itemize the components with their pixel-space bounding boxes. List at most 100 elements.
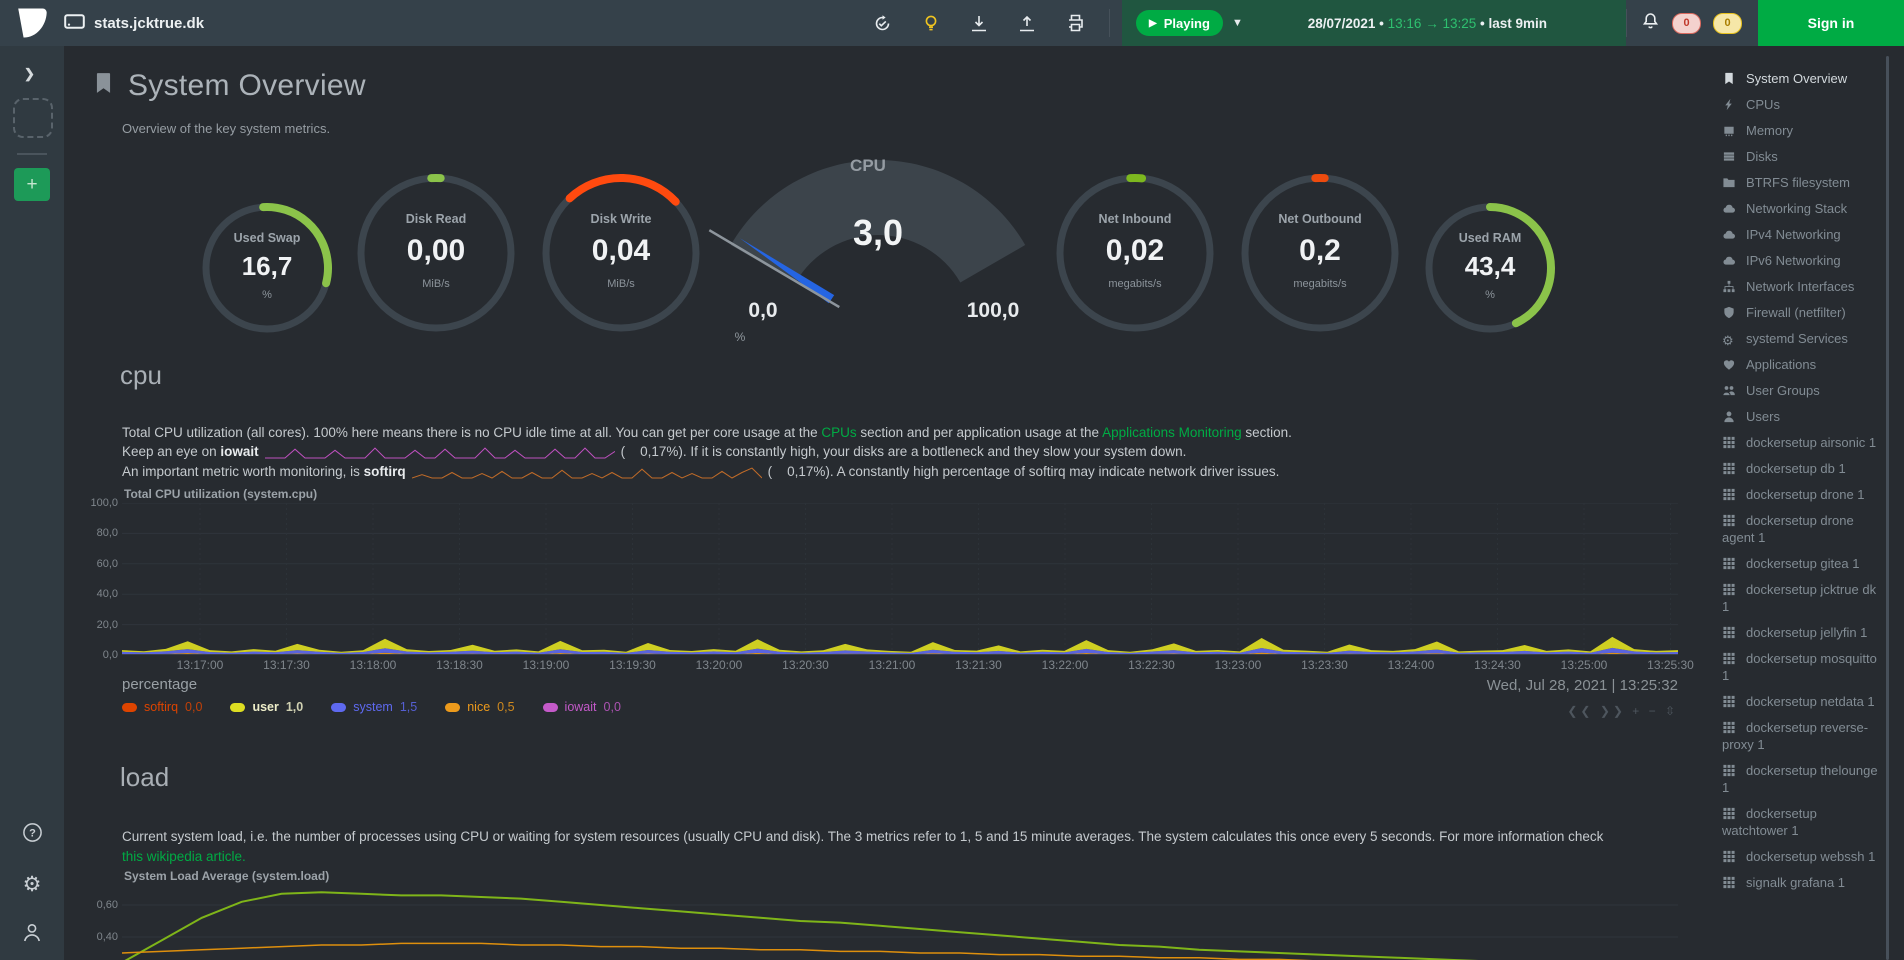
gauge-net-inbound[interactable]: Net Inbound0,02megabits/s — [1056, 174, 1214, 332]
iowait-bold: iowait — [220, 444, 258, 459]
nav-item-network-interfaces[interactable]: Network Interfaces — [1722, 278, 1880, 295]
nav-item-signalk-grafana-1[interactable]: signalk grafana 1 — [1722, 874, 1880, 891]
nav-item-disks[interactable]: Disks — [1722, 148, 1880, 165]
hostname[interactable]: stats.jcktrue.dk — [64, 14, 204, 33]
nav-item-dockersetup-db-1[interactable]: dockersetup db 1 — [1722, 460, 1880, 477]
legend-item-iowait[interactable]: iowait0,0 — [543, 700, 621, 714]
gauge-disk-read-unit: MiB/s — [357, 278, 515, 290]
gauge-cpu[interactable]: CPU3,00,0100,0% — [700, 145, 1060, 345]
legend-item-softirq[interactable]: softirq0,0 — [122, 700, 202, 714]
nav-item-dockersetup-thelounge-1[interactable]: dockersetup thelounge 1 — [1722, 762, 1880, 796]
header-separator-2 — [1626, 9, 1627, 37]
left-sidebar: ❯ + ? ⚙ — [0, 46, 64, 960]
legend-item-nice[interactable]: nice0,5 — [445, 700, 514, 714]
nav-item-dockersetup-mosquitto-1[interactable]: dockersetup mosquitto 1 — [1722, 650, 1880, 684]
applications-monitoring-link[interactable]: Applications Monitoring — [1102, 425, 1242, 440]
gauge-used-swap-val: 16,7 — [202, 251, 332, 282]
nav-item-systemd-services[interactable]: ⚙systemd Services — [1722, 330, 1880, 347]
nav-item-dockersetup-reverse-proxy-1[interactable]: dockersetup reverse-proxy 1 — [1722, 719, 1880, 753]
cpu-xtick: 13:20:30 — [774, 658, 838, 672]
load-ytick: 0,60 — [80, 899, 118, 911]
nav-item-btrfs-filesystem[interactable]: BTRFS filesystem — [1722, 174, 1880, 191]
grid-icon — [1722, 652, 1737, 665]
cpu-chart-plot[interactable] — [122, 503, 1678, 655]
legend-item-user[interactable]: user1,0 — [230, 700, 303, 714]
gauge-used-swap[interactable]: Used Swap16,7% — [202, 203, 332, 333]
chevron-down-icon[interactable]: ▼ — [1232, 17, 1243, 29]
nav-item-memory[interactable]: Memory — [1722, 122, 1880, 139]
alarm-zone: 0 0 — [1641, 11, 1742, 36]
nav-item-dockersetup-gitea-1[interactable]: dockersetup gitea 1 — [1722, 555, 1880, 572]
gauge-used-swap-unit: % — [202, 289, 332, 301]
nav-item-dockersetup-watchtower-1[interactable]: dockersetup watchtower 1 — [1722, 805, 1880, 839]
nav-item-applications[interactable]: Applications — [1722, 356, 1880, 373]
node-placeholder[interactable] — [13, 98, 53, 138]
nav-item-networking-stack[interactable]: Networking Stack — [1722, 200, 1880, 217]
add-node-button[interactable]: + — [14, 168, 50, 201]
warning-alarms-badge[interactable]: 0 — [1713, 13, 1742, 34]
profile-icon[interactable] — [22, 922, 42, 948]
gauge-net-outbound[interactable]: Net Outbound0,2megabits/s — [1241, 174, 1399, 332]
cpu-xtick: 13:17:00 — [168, 658, 232, 672]
netdata-logo[interactable] — [0, 5, 64, 41]
cpus-link[interactable]: CPUs — [821, 425, 856, 440]
help-icon[interactable]: ? — [22, 822, 43, 848]
nav-item-dockersetup-netdata-1[interactable]: dockersetup netdata 1 — [1722, 693, 1880, 710]
playing-button[interactable]: ▶ Playing — [1136, 10, 1223, 36]
expand-chevron-icon[interactable]: ❯ — [24, 66, 35, 82]
gauge-used-ram[interactable]: Used RAM43,4% — [1425, 203, 1555, 333]
gauge-disk-write[interactable]: Disk Write0,04MiB/s — [542, 174, 700, 332]
nav-item-ipv6-networking[interactable]: IPv6 Networking — [1722, 252, 1880, 269]
shield-icon — [1722, 306, 1737, 319]
grid-icon — [1722, 514, 1737, 527]
legend-swatch — [445, 703, 460, 712]
gauge-disk-read[interactable]: Disk Read0,00MiB/s — [357, 174, 515, 332]
section-heading-cpu: cpu — [120, 360, 162, 391]
nav-item-dockersetup-airsonic-1[interactable]: dockersetup airsonic 1 — [1722, 434, 1880, 451]
cpu-xtick: 13:21:30 — [947, 658, 1011, 672]
legend-item-system[interactable]: system1,5 — [331, 700, 417, 714]
download-icon[interactable] — [970, 14, 988, 33]
nav-item-ipv4-networking[interactable]: IPv4 Networking — [1722, 226, 1880, 243]
nav-item-firewall-netfilter-[interactable]: Firewall (netfilter) — [1722, 304, 1880, 321]
load-ytick: 0,40 — [80, 931, 118, 943]
print-icon[interactable] — [1066, 14, 1085, 32]
sign-in-button[interactable]: Sign in — [1758, 0, 1904, 46]
cpu-xtick: 13:25:00 — [1552, 658, 1616, 672]
bell-icon[interactable] — [1641, 11, 1660, 36]
nav-item-dockersetup-drone-agent-1[interactable]: dockersetup drone agent 1 — [1722, 512, 1880, 546]
cpu-ytick: 60,0 — [80, 558, 118, 570]
cpu-chart-context: percentage — [122, 676, 197, 693]
doc-nav: System Overview CPUs Memory Disks BTRFS file… — [1712, 46, 1890, 960]
range-date: 28/07/2021 — [1308, 16, 1376, 31]
nav-item-dockersetup-jellyfin-1[interactable]: dockersetup jellyfin 1 — [1722, 624, 1880, 641]
cpu-chart-toolbar[interactable]: ❮❮ ❯❯ + − ⇳ — [1567, 704, 1678, 718]
cpu-xtick: 13:17:30 — [255, 658, 319, 672]
nav-item-system-overview[interactable]: System Overview — [1722, 70, 1880, 87]
svg-text:CPU: CPU — [850, 156, 886, 175]
settings-icon[interactable]: ⚙ — [23, 875, 42, 895]
bolt-icon — [1722, 98, 1737, 111]
nav-item-dockersetup-drone-1[interactable]: dockersetup drone 1 — [1722, 486, 1880, 503]
grid-icon — [1722, 764, 1737, 777]
nav-item-dockersetup-webssh-1[interactable]: dockersetup webssh 1 — [1722, 848, 1880, 865]
grid-icon — [1722, 583, 1737, 596]
bulb-icon[interactable] — [922, 14, 940, 33]
time-range[interactable]: 28/07/2021 • 13:16 → 13:25 • last 9min — [1243, 16, 1612, 31]
refresh-icon[interactable] — [873, 14, 892, 33]
doc-nav-scrollbar[interactable] — [1886, 56, 1889, 960]
cpu-xtick: 13:25:30 — [1639, 658, 1703, 672]
nav-item-cpus[interactable]: CPUs — [1722, 96, 1880, 113]
upload-icon[interactable] — [1018, 14, 1036, 33]
wikipedia-link[interactable]: this wikipedia article. — [122, 849, 246, 864]
cpu-desc-line2: Keep an eye on iowait( 0,17%). If it is … — [122, 444, 1186, 460]
nav-item-users[interactable]: Users — [1722, 408, 1880, 425]
load-chart-plot[interactable] — [122, 886, 1678, 960]
load-desc-line2: this wikipedia article. — [122, 849, 246, 864]
nav-item-dockersetup-jcktrue-dk-1[interactable]: dockersetup jcktrue dk 1 — [1722, 581, 1880, 615]
cloud-icon — [1722, 202, 1737, 215]
critical-alarms-badge[interactable]: 0 — [1672, 13, 1701, 34]
nav-item-user-groups[interactable]: User Groups — [1722, 382, 1880, 399]
gauge-net-outbound-val: 0,2 — [1241, 234, 1399, 268]
gauge-net-inbound-unit: megabits/s — [1056, 278, 1214, 290]
